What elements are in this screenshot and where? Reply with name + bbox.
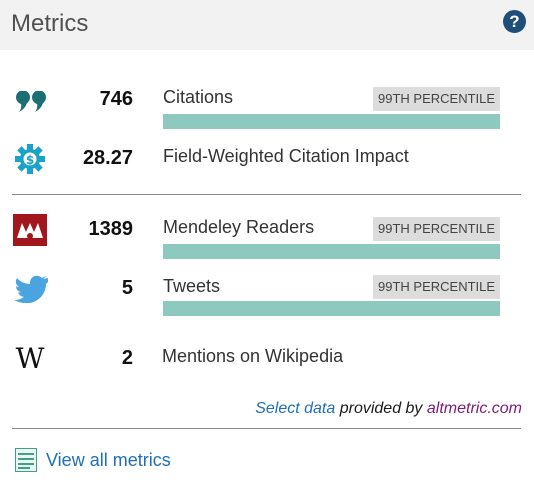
tweets-percentile-bar [163, 301, 500, 316]
mendeley-icon [13, 214, 47, 246]
data-provider-note: Select data provided by altmetric.com [255, 400, 522, 417]
fwci-value: 28.27 [82, 147, 133, 169]
svg-text:$: $ [26, 153, 34, 167]
fwci-label[interactable]: Field-Weighted Citation Impact [163, 146, 409, 167]
metrics-header: Metrics ? [0, 0, 534, 50]
tweets-label[interactable]: Tweets [163, 276, 220, 297]
altmetric-link[interactable]: altmetric.com [427, 400, 522, 417]
document-list-icon[interactable] [13, 447, 39, 473]
gear-dollar-icon: $ [15, 144, 45, 174]
wikipedia-icon: W [16, 345, 45, 371]
page-title: Metrics [11, 10, 89, 37]
mendeley-value: 1389 [88, 218, 134, 240]
citations-label[interactable]: Citations [163, 87, 233, 108]
select-data-link[interactable]: Select data [255, 400, 335, 417]
citations-percentile-bar [163, 114, 500, 129]
citations-percentile-badge: 99TH PERCENTILE [373, 87, 501, 111]
help-icon[interactable]: ? [503, 10, 526, 33]
svg-text:W: W [16, 345, 45, 371]
mendeley-label[interactable]: Mendeley Readers [163, 217, 314, 238]
section-divider [12, 194, 521, 195]
wikipedia-value: 2 [121, 347, 133, 369]
citations-value: 746 [99, 88, 133, 110]
view-all-metrics-link[interactable]: View all metrics [46, 450, 171, 471]
mendeley-percentile-badge: 99TH PERCENTILE [373, 217, 501, 241]
tweets-percentile-badge: 99TH PERCENTILE [373, 275, 501, 299]
footer-divider [12, 428, 521, 429]
tweets-value: 5 [121, 277, 133, 299]
wikipedia-label[interactable]: Mentions on Wikipedia [162, 346, 343, 367]
mendeley-percentile-bar [163, 244, 500, 259]
